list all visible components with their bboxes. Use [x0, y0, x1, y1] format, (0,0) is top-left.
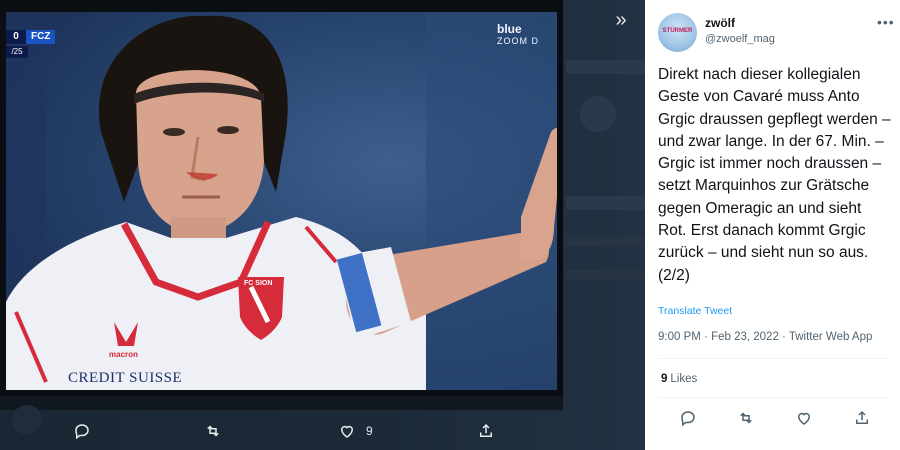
tweet-source[interactable]: Twitter Web App: [789, 331, 873, 343]
media-like-count: 9: [366, 424, 373, 438]
likes-stat[interactable]: 9 Likes: [661, 373, 697, 385]
meta-separator: ·: [778, 331, 789, 343]
media-like-button[interactable]: 9: [338, 422, 373, 440]
crest-text: FC SION: [244, 280, 273, 287]
divider: [658, 358, 887, 359]
share-icon: [480, 423, 492, 437]
share-icon: [856, 410, 868, 424]
media-action-bar: 9: [0, 418, 645, 450]
reply-icon: [75, 424, 89, 440]
background-timeline-ghost: [560, 0, 645, 450]
double-chevron-right-icon[interactable]: »: [606, 6, 636, 36]
share-button[interactable]: [853, 409, 871, 427]
tv-bezel: [0, 396, 563, 410]
translate-tweet-link[interactable]: Translate Tweet: [658, 305, 732, 317]
tweet-date[interactable]: Feb 23, 2022: [711, 331, 779, 343]
retweet-icon: [740, 412, 752, 424]
likes-label: Likes: [670, 373, 698, 385]
tweet-text: Direkt nach dieser kollegialen Geste von…: [658, 66, 891, 284]
tv-screen: 0 FCZ /25 blue ZOOM D FC SION macron CRE…: [6, 12, 557, 390]
media-viewer: » 0 FCZ /25 blue ZOOM D FC SION macron C…: [0, 0, 645, 450]
like-button[interactable]: [795, 409, 813, 427]
football-player-image: [6, 12, 557, 390]
score-value: 0: [6, 30, 26, 44]
reply-button[interactable]: [679, 409, 697, 427]
divider: [658, 397, 887, 398]
media-share-button[interactable]: [477, 422, 495, 440]
channel-logo-line2: ZOOM D: [497, 36, 539, 46]
display-name[interactable]: zwölf: [705, 16, 735, 30]
match-time: /25: [6, 46, 28, 58]
more-icon[interactable]: •••: [877, 14, 895, 30]
tweet-photo[interactable]: 0 FCZ /25 blue ZOOM D FC SION macron CRE…: [0, 0, 563, 410]
sleeve-brand: macron: [109, 350, 138, 359]
tweet-metadata: 9:00 PM · Feb 23, 2022 · Twitter Web App: [658, 331, 872, 343]
scorebug: 0 FCZ /25: [6, 30, 70, 62]
media-retweet-button[interactable]: [204, 422, 222, 440]
reply-icon: [681, 411, 695, 427]
retweet-icon: [207, 425, 219, 437]
avatar[interactable]: STÜRMER: [658, 13, 697, 52]
avatar-logo-text: STÜRMER: [662, 28, 693, 34]
score-team: FCZ: [26, 30, 56, 44]
channel-logo-line1: blue: [497, 22, 522, 36]
shirt-sponsor: CREDIT SUISSE: [68, 370, 183, 386]
user-handle[interactable]: @zwoelf_mag: [705, 33, 775, 45]
channel-logo: blue ZOOM D: [497, 22, 539, 46]
tweet-panel: STÜRMER zwölf @zwoelf_mag ••• Direkt nac…: [645, 0, 900, 450]
media-reply-button[interactable]: [73, 422, 91, 440]
tweet-time[interactable]: 9:00 PM: [658, 331, 701, 343]
heart-icon: [797, 412, 811, 425]
heart-icon: [340, 425, 354, 438]
meta-separator: ·: [700, 331, 712, 343]
likes-count: 9: [661, 373, 668, 385]
retweet-button[interactable]: [737, 409, 755, 427]
